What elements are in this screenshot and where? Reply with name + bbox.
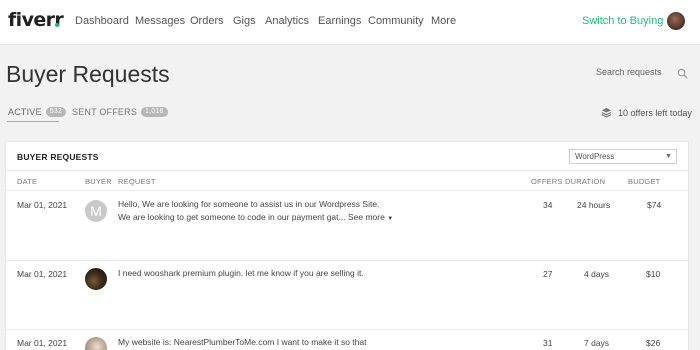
row-date: Mar 01, 2021	[17, 338, 68, 348]
nav-earnings[interactable]: Earnings	[318, 15, 361, 27]
request-text: I need wooshark premium plugin. let me k…	[118, 267, 364, 280]
nav-gigs[interactable]: Gigs	[233, 15, 256, 27]
column-header-budget: BUDGET	[628, 177, 661, 186]
request-line: Hello, We are looking for someone to ass…	[118, 199, 380, 209]
nav-community[interactable]: Community	[368, 15, 424, 27]
filter-selected-value: WordPress	[575, 152, 615, 161]
page-title: Buyer Requests	[6, 61, 170, 87]
row-date: Mar 01, 2021	[17, 200, 68, 210]
nav-dashboard[interactable]: Dashboard	[75, 15, 129, 27]
logo-dot-icon	[55, 23, 59, 27]
nav-more[interactable]: More	[431, 15, 456, 27]
search-box	[590, 63, 690, 81]
tab-sent-offers[interactable]: SENT OFFERS 1,018	[72, 107, 168, 117]
card-title: BUYER REQUESTS	[17, 152, 99, 162]
column-header-offers: OFFERS	[531, 177, 563, 186]
row-offers: 31	[543, 338, 553, 348]
row-budget: $26	[646, 338, 661, 348]
offers-left-indicator: 10 offers left today	[601, 107, 692, 118]
column-header-buyer: BUYER	[85, 177, 112, 186]
switch-to-buying-link[interactable]: Switch to Buying	[582, 15, 663, 27]
row-date: Mar 01, 2021	[17, 269, 68, 279]
search-icon[interactable]	[677, 68, 688, 79]
row-budget: $74	[647, 200, 662, 210]
tab-active-label: ACTIVE	[8, 107, 42, 117]
row-divider	[6, 329, 688, 330]
row-offers: 27	[543, 269, 553, 279]
offers-stack-icon	[601, 107, 612, 118]
tab-sent-offers-label: SENT OFFERS	[72, 107, 138, 117]
request-text: My website is: NearestPlumberToMe.com I …	[118, 336, 366, 349]
row-divider	[6, 260, 688, 261]
request-line: I need wooshark premium plugin. let me k…	[118, 268, 364, 278]
search-input[interactable]	[590, 63, 674, 80]
nav-analytics[interactable]: Analytics	[265, 15, 309, 27]
active-tab-underline	[7, 121, 59, 122]
fiverr-logo[interactable]: fiverr	[8, 9, 64, 31]
row-duration: 24 hours	[577, 200, 611, 210]
tab-active[interactable]: ACTIVE 532	[8, 107, 66, 117]
header-divider	[6, 170, 688, 171]
column-header-date: DATE	[17, 177, 38, 186]
top-navigation: fiverr Dashboard Messages Orders Gigs An…	[0, 0, 700, 45]
row-duration: 7 days	[584, 338, 610, 348]
row-offers: 34	[543, 200, 553, 210]
table-header-divider	[6, 190, 688, 191]
see-more-link[interactable]: See more ▼	[348, 212, 393, 222]
nav-messages[interactable]: Messages	[135, 15, 185, 27]
request-line: My website is: NearestPlumberToMe.com I …	[118, 337, 367, 347]
column-header-duration: DURATION	[565, 177, 606, 186]
request-text: Hello, We are looking for someone to ass…	[118, 198, 393, 226]
user-avatar[interactable]	[667, 12, 685, 30]
request-line-truncated: We are looking to get someone to code in…	[118, 212, 394, 222]
category-filter-select[interactable]: WordPress ▼	[569, 149, 677, 164]
chevron-down-icon: ▼	[665, 153, 672, 160]
buyer-avatar[interactable]	[85, 268, 107, 290]
tab-sent-offers-count-badge: 1,018	[141, 107, 168, 117]
column-header-request: REQUEST	[118, 177, 156, 186]
chevron-down-icon: ▼	[387, 216, 394, 222]
row-budget: $10	[646, 269, 661, 279]
offers-left-text: 10 offers left today	[618, 107, 692, 118]
row-duration: 4 days	[584, 269, 610, 279]
buyer-avatar[interactable]	[85, 337, 107, 350]
nav-orders[interactable]: Orders	[190, 15, 224, 27]
tab-active-count-badge: 532	[45, 107, 66, 117]
buyer-requests-card: BUYER REQUESTS WordPress ▼ DATE BUYER RE…	[5, 141, 689, 350]
buyer-avatar[interactable]: M	[85, 200, 107, 222]
